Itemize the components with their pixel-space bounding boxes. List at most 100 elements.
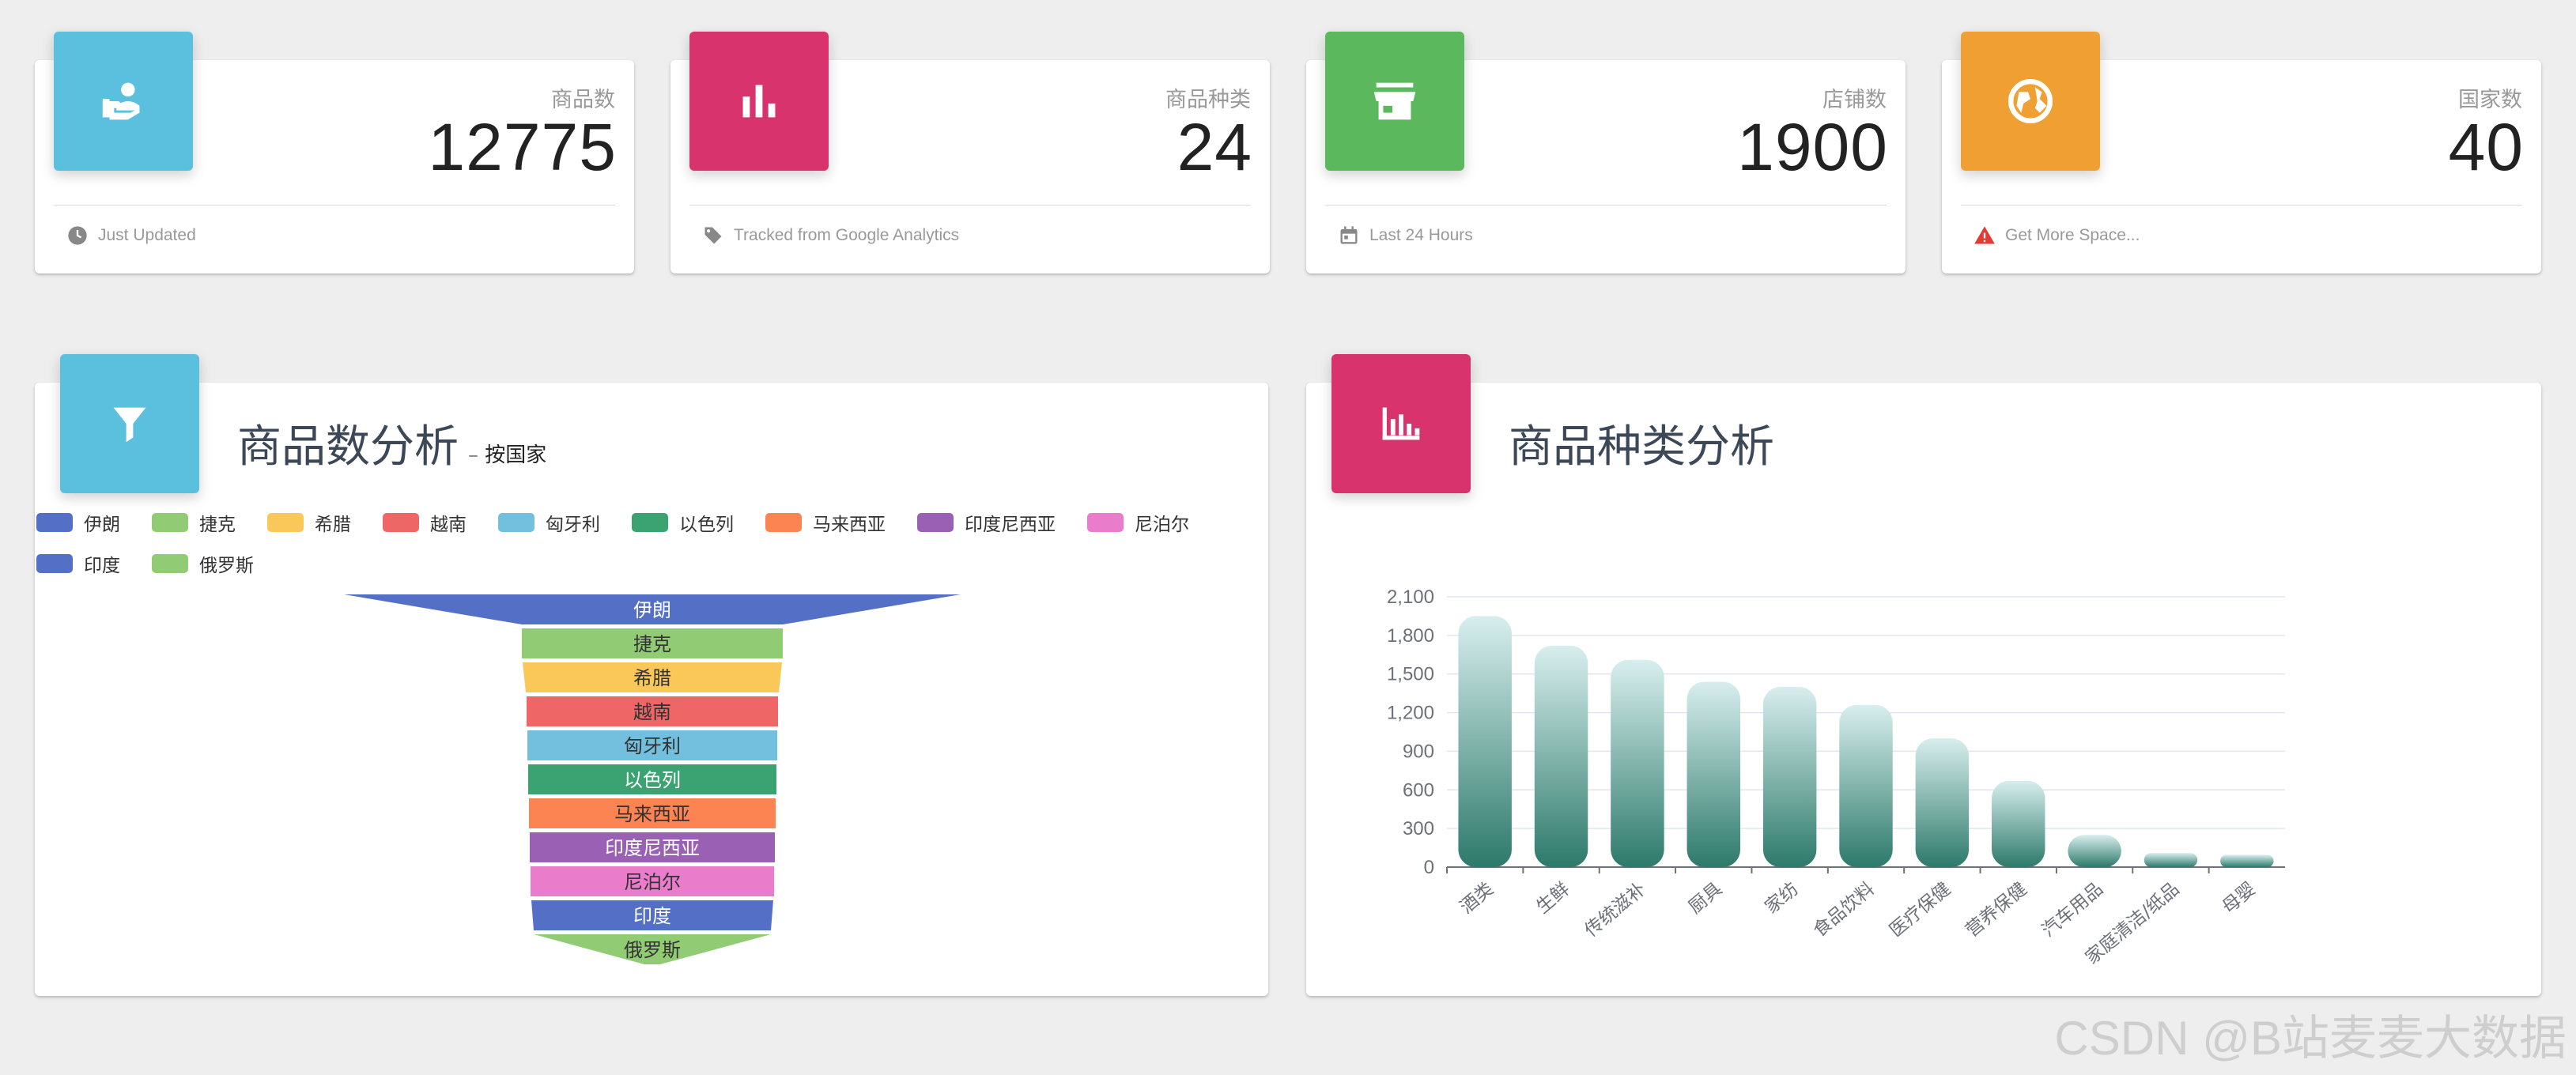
legend-swatch: [383, 513, 419, 532]
legend-item[interactable]: 以色列: [632, 509, 734, 536]
stat-value: 12775: [428, 110, 617, 184]
x-tick-label: 营养保健: [1962, 879, 2030, 941]
stat-divider: [1325, 205, 1887, 206]
bar[interactable]: [1915, 738, 1970, 867]
x-tick-label: 母婴: [2219, 879, 2260, 918]
stat-footer[interactable]: Just Updated: [66, 224, 196, 247]
bar[interactable]: [1992, 780, 2045, 867]
stat-footer[interactable]: Tracked from Google Analytics: [702, 224, 959, 247]
bar-panel-title: 商品种类分析: [1509, 421, 1774, 473]
stat-divider: [689, 205, 1251, 206]
stat-footer-text: Last 24 Hours: [1369, 226, 1473, 244]
bar-panel-icon-box: [1331, 354, 1471, 493]
y-tick-label: 1,800: [1387, 625, 1434, 647]
y-tick-label: 900: [1403, 741, 1434, 762]
stat-footer-text: Get More Space...: [2005, 226, 2140, 244]
legend-swatch: [498, 513, 534, 532]
x-tick-label: 生鲜: [1532, 879, 1573, 918]
bar[interactable]: [1686, 681, 1740, 867]
legend-label: 越南: [430, 515, 466, 535]
bar[interactable]: [2220, 854, 2274, 867]
stat-footer[interactable]: Last 24 Hours: [1338, 224, 1473, 247]
funnel-panel-icon-box: [60, 354, 199, 493]
funnel-label: 捷克: [633, 633, 671, 655]
funnel-label: 印度: [633, 905, 671, 927]
legend-swatch: [267, 513, 304, 532]
legend-swatch: [36, 554, 73, 573]
bar-chart: 0 300 600 900 1,200 1,500 1,800 2,100 酒类 生鲜 传统滋补 厨具…: [1387, 587, 2285, 968]
y-tick-label: 1,500: [1387, 664, 1434, 685]
store-icon: [1373, 82, 1416, 120]
funnel-label: 以色列: [624, 769, 681, 791]
calendar-icon: [1340, 226, 1358, 244]
legend-item[interactable]: 印度尼西亚: [917, 509, 1056, 536]
legend-swatch: [765, 513, 802, 532]
bar[interactable]: [1611, 659, 1664, 867]
stat-value: 24: [1177, 110, 1252, 184]
y-tick-label: 1,200: [1387, 703, 1434, 724]
stat-icon-box: [689, 32, 829, 171]
bar[interactable]: [2068, 835, 2121, 867]
legend-item[interactable]: 马来西亚: [765, 509, 886, 536]
funnel-label: 印度尼西亚: [605, 837, 700, 859]
warning-icon: [1974, 226, 1995, 244]
funnel-label: 匈牙利: [624, 735, 681, 757]
legend-item[interactable]: 捷克: [152, 509, 236, 536]
bar[interactable]: [1534, 645, 1588, 867]
watermark: CSDN @B站麦麦大数据: [2054, 1012, 2567, 1065]
legend-item[interactable]: 俄罗斯: [152, 550, 254, 577]
legend-item[interactable]: 希腊: [267, 509, 351, 536]
funnel-label: 俄罗斯: [624, 939, 681, 961]
legend-label: 印度: [84, 556, 120, 576]
stat-footer[interactable]: Get More Space...: [1974, 224, 2140, 247]
bar[interactable]: [2144, 853, 2198, 867]
y-tick-label: 0: [1424, 857, 1434, 878]
legend-item[interactable]: 尼泊尔: [1087, 509, 1189, 536]
legend-label: 匈牙利: [546, 515, 600, 535]
x-tick-label: 汽车用品: [2038, 879, 2107, 941]
funnel-label: 越南: [633, 701, 671, 723]
funnel-label: 希腊: [633, 667, 671, 689]
funnel-panel-title: 商品数分析 – 按国家: [237, 411, 546, 475]
legend-item[interactable]: 越南: [383, 509, 466, 536]
legend-label: 捷克: [199, 515, 236, 535]
bar[interactable]: [1839, 704, 1893, 867]
x-tick-label: 家纺: [1762, 879, 1803, 918]
legend-item[interactable]: 印度: [36, 550, 120, 577]
globe-icon: [2008, 79, 2053, 123]
funnel-panel-title-text: 商品数分析: [237, 421, 459, 473]
user-hand-icon: [102, 82, 140, 120]
x-tick-label: 医疗保健: [1886, 879, 1955, 941]
funnel-label: 伊朗: [633, 599, 671, 621]
y-tick-label: 300: [1403, 818, 1434, 839]
bar[interactable]: [1458, 616, 1512, 867]
funnel-label: 尼泊尔: [624, 871, 681, 893]
x-tick-label: 传统滋补: [1581, 879, 1650, 941]
stat-value: 1900: [1737, 110, 1888, 184]
stat-divider: [54, 205, 615, 206]
legend-item[interactable]: 伊朗: [36, 509, 120, 536]
funnel-legend: 伊朗 捷克 希腊 越南 匈牙利 以色列 马来西亚 印度尼西亚 尼泊尔印度 俄罗斯: [36, 509, 1238, 577]
stat-icon-box: [1961, 32, 2100, 171]
legend-label: 尼泊尔: [1135, 515, 1189, 535]
funnel-chart: 伊朗捷克希腊越南匈牙利以色列马来西亚印度尼西亚尼泊尔印度俄罗斯: [344, 594, 961, 964]
stat-icon-box: [54, 32, 193, 171]
stat-icon-box: [1325, 32, 1464, 171]
legend-label: 伊朗: [84, 515, 120, 535]
y-tick-label: 2,100: [1387, 587, 1434, 608]
x-tick-label: 厨具: [1685, 879, 1726, 918]
bar-chart-icon: [742, 85, 776, 118]
legend-label: 以色列: [679, 515, 734, 535]
bar[interactable]: [1762, 687, 1817, 867]
funnel-panel-subtitle: – 按国家: [468, 443, 547, 467]
y-tick-label: 600: [1403, 779, 1434, 801]
legend-swatch: [152, 554, 188, 573]
filter-icon: [113, 407, 146, 443]
legend-label: 俄罗斯: [199, 556, 254, 576]
x-tick-label: 食品饮料: [1810, 879, 1879, 941]
legend-label: 马来西亚: [813, 515, 886, 535]
clock-icon: [68, 226, 87, 245]
x-tick-label: 酒类: [1456, 879, 1498, 918]
bar-chart-dense-icon: [1382, 407, 1420, 440]
legend-item[interactable]: 匈牙利: [498, 509, 600, 536]
